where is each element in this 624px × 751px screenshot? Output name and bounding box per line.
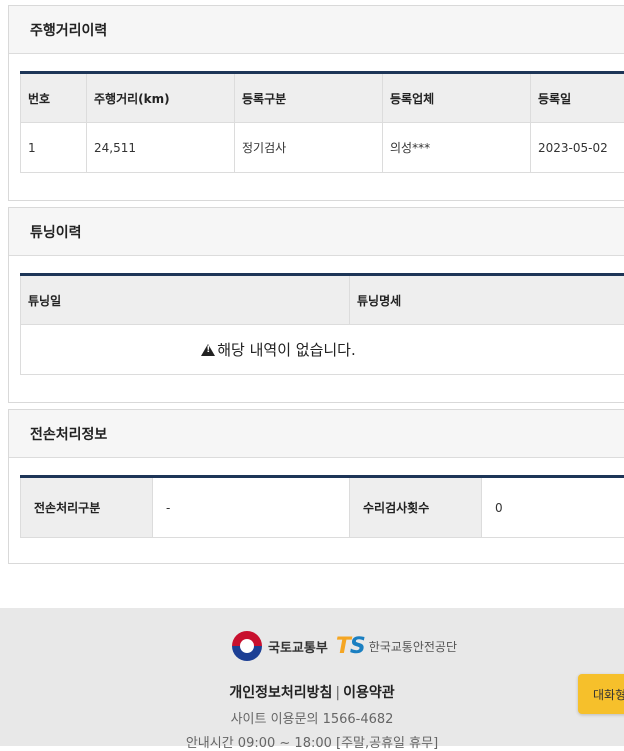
table-header-row: 번호 주행거리(km) 등록구분 등록업체 등록일: [21, 73, 624, 123]
section-title: 주행거리이력: [9, 6, 624, 54]
section-title: 전손처리정보: [9, 410, 624, 458]
column-header-registrar: 등록업체: [383, 73, 531, 123]
tuning-history-section: 튜닝이력 튜닝일 튜닝명세 해당 내역이 없습니다.: [8, 207, 624, 403]
table-header-row: 튜닝일 튜닝명세: [21, 275, 624, 325]
total-loss-type-value: -: [153, 477, 350, 538]
ministry-name: 국토교통부: [268, 637, 328, 656]
table-row: 전손처리구분 - 수리검사횟수 0: [21, 477, 624, 538]
chat-button[interactable]: 대화형: [578, 674, 624, 714]
column-header-mileage: 주행거리(km): [87, 73, 235, 123]
column-header-tuning-date: 튜닝일: [21, 275, 350, 325]
cell-mileage: 24,511: [87, 123, 235, 173]
empty-row: 해당 내역이 없습니다.: [21, 325, 624, 375]
mileage-history-section: 주행거리이력 번호 주행거리(km) 등록구분 등록업체 등록일 1 24,51…: [8, 5, 624, 201]
footer: 국토교통부 TS 한국교통안전공단 개인정보처리방침|이용약관 사이트 이용문의…: [0, 608, 624, 746]
table-row: 1 24,511 정기검사 의성*** 2023-05-02: [21, 123, 624, 173]
link-separator: |: [335, 685, 340, 701]
warning-icon: [201, 344, 215, 356]
cell-registration-date: 2023-05-02: [531, 123, 624, 173]
repair-inspection-count-value: 0: [482, 477, 624, 538]
total-loss-section: 전손처리정보 전손처리구분 - 수리검사횟수 0: [8, 409, 624, 564]
total-loss-table: 전손처리구분 - 수리검사횟수 0: [20, 475, 624, 538]
empty-message: 해당 내역이 없습니다.: [217, 341, 356, 359]
footer-links: 개인정보처리방침|이용약관: [0, 682, 624, 702]
empty-cell: 해당 내역이 없습니다.: [21, 325, 624, 375]
column-header-registration-date: 등록일: [531, 73, 624, 123]
column-header-tuning-detail: 튜닝명세: [350, 275, 624, 325]
ts-logo-icon: TS: [336, 634, 365, 659]
mileage-table: 번호 주행거리(km) 등록구분 등록업체 등록일 1 24,511 정기검사 …: [20, 71, 624, 173]
cell-registration-type: 정기검사: [235, 123, 383, 173]
privacy-policy-link[interactable]: 개인정보처리방침: [229, 685, 332, 701]
ts-name: 한국교통안전공단: [369, 638, 457, 655]
section-title: 튜닝이력: [9, 208, 624, 256]
repair-inspection-count-label: 수리검사횟수: [350, 477, 482, 538]
terms-link[interactable]: 이용약관: [343, 685, 395, 701]
ministry-emblem-icon: [232, 631, 262, 661]
cell-number: 1: [21, 123, 87, 173]
support-phone: 사이트 이용문의 1566-4682: [0, 708, 624, 727]
footer-logos: 국토교통부 TS 한국교통안전공단: [232, 631, 457, 661]
column-header-number: 번호: [21, 73, 87, 123]
support-hours: 안내시간 09:00 ~ 18:00 [주말,공휴일 휴무]: [0, 732, 624, 751]
total-loss-type-label: 전손처리구분: [21, 477, 153, 538]
tuning-table: 튜닝일 튜닝명세 해당 내역이 없습니다.: [20, 273, 624, 375]
column-header-registration-type: 등록구분: [235, 73, 383, 123]
cell-registrar: 의성***: [383, 123, 531, 173]
